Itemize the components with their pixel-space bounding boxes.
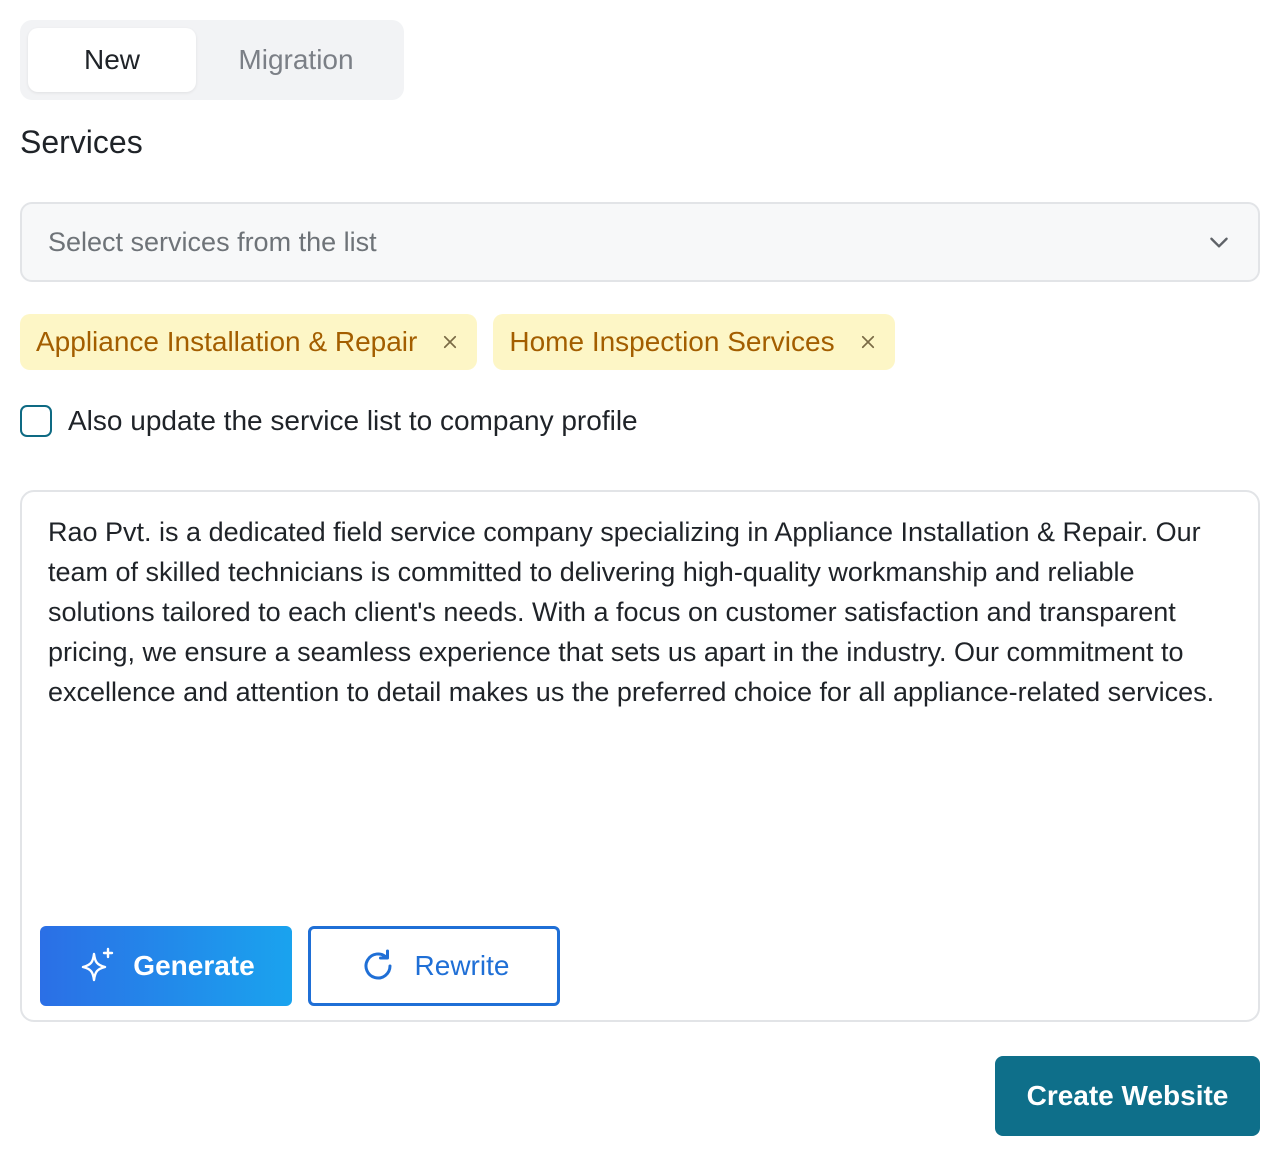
tab-new[interactable]: New <box>28 28 196 92</box>
create-website-button[interactable]: Create Website <box>995 1056 1260 1136</box>
description-editor: Rao Pvt. is a dedicated field service co… <box>20 490 1260 1022</box>
update-profile-label[interactable]: Also update the service list to company … <box>68 405 638 437</box>
generate-button[interactable]: Generate <box>40 926 292 1006</box>
rewrite-button[interactable]: Rewrite <box>308 926 560 1006</box>
services-heading: Services <box>20 124 143 160</box>
close-icon[interactable] <box>441 333 459 351</box>
create-website-form: New Migration Services Select services f… <box>0 0 1286 1160</box>
refresh-icon <box>364 949 392 980</box>
selected-services: Appliance Installation & Repair Home Ins… <box>20 314 895 370</box>
service-chip-label: Appliance Installation & Repair <box>36 326 418 357</box>
sparkle-icon <box>82 947 114 982</box>
chevron-down-icon <box>1210 237 1228 248</box>
service-chip: Appliance Installation & Repair <box>20 314 478 370</box>
services-select[interactable]: Select services from the list <box>20 202 1260 282</box>
update-profile-option: Also update the service list to company … <box>20 405 638 437</box>
services-select-placeholder: Select services from the list <box>48 226 377 257</box>
mode-tabs: New Migration <box>20 20 404 100</box>
rewrite-button-label: Rewrite <box>414 950 510 981</box>
service-chip-label: Home Inspection Services <box>509 326 835 357</box>
generate-button-label: Generate <box>133 950 255 981</box>
update-profile-checkbox[interactable] <box>20 405 52 437</box>
service-chip: Home Inspection Services <box>493 314 895 370</box>
tab-migration[interactable]: Migration <box>196 28 396 92</box>
description-textarea[interactable]: Rao Pvt. is a dedicated field service co… <box>48 512 1238 712</box>
close-icon[interactable] <box>859 333 877 351</box>
